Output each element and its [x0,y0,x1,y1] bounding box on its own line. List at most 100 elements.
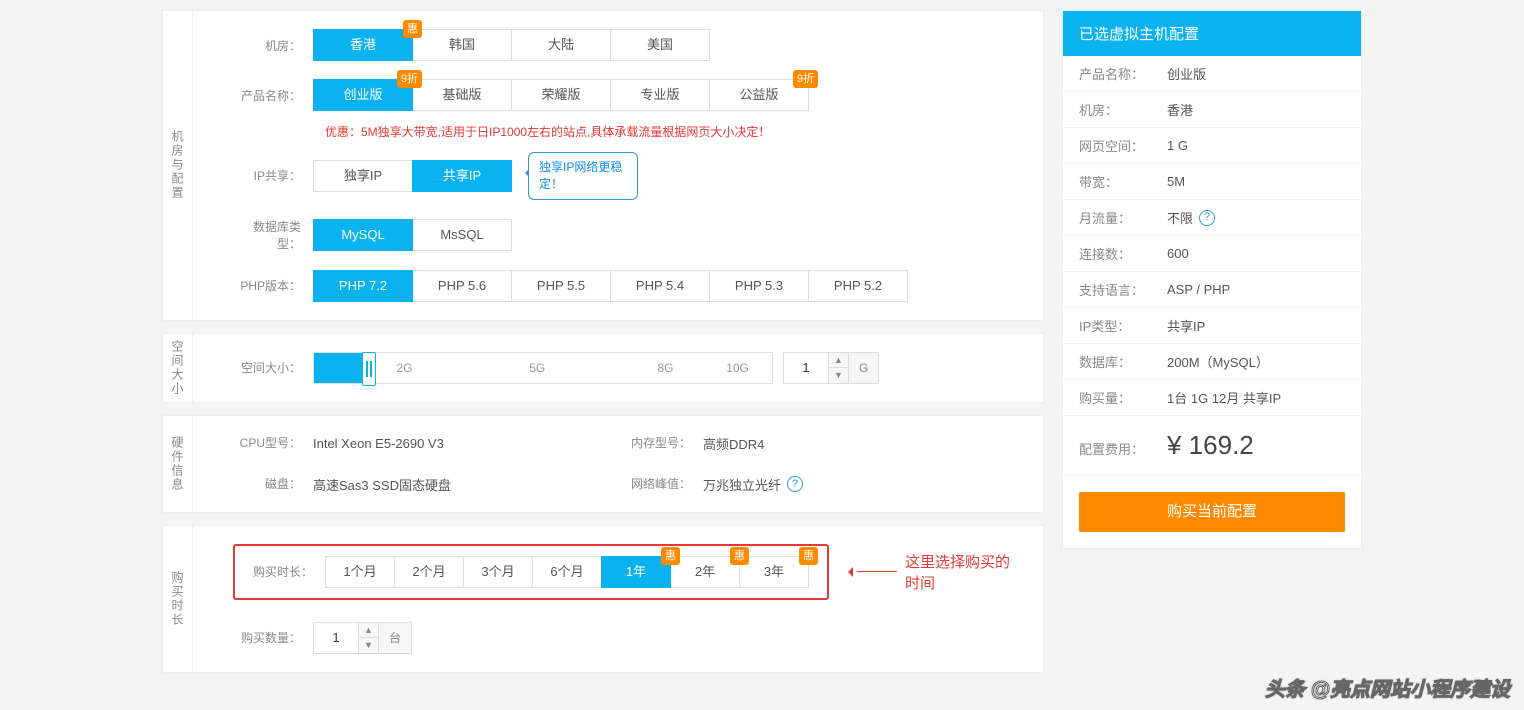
duration-badge-6: 惠 [799,547,818,565]
label-netpeak: 网络峰值： [623,475,703,494]
space-input[interactable] [784,353,828,383]
price-label: 配置费用： [1079,439,1167,458]
ip-opt-dedicated[interactable]: 独享IP [313,160,413,192]
duration-opt-5[interactable]: 2年惠 [670,556,740,588]
room-opt-us[interactable]: 美国 [610,29,710,61]
label-cpu: CPU型号： [233,434,313,453]
price-value: ¥ 169.2 [1167,430,1254,461]
summary-title: 已选虚拟主机配置 [1063,11,1361,56]
summary-value: 香港 [1167,100,1193,119]
annotation-arrow [843,567,897,577]
summary-panel: 已选虚拟主机配置 产品名称：创业版机房：香港网页空间：1 G带宽：5M月流量：不… [1062,10,1362,549]
annotation-text: 这里选择购买的时间 [905,551,1013,593]
ip-tip-bubble: 独享IP网络更稳定！ [528,152,638,200]
buy-button[interactable]: 购买当前配置 [1079,492,1345,532]
summary-key: 产品名称： [1079,64,1167,83]
summary-row: 数据库：200M（MySQL） [1063,344,1361,380]
hw-cpu: Intel Xeon E5-2690 V3 [313,434,444,453]
panel-duration: 购买时长 购买时长： 1个月 2个月 3个月 6个月 1年惠 2年惠 3年惠 [162,525,1044,673]
duration-opt-1[interactable]: 2个月 [394,556,464,588]
duration-badge-5: 惠 [730,547,749,565]
help-icon[interactable]: ? [787,476,803,492]
summary-key: 带宽： [1079,172,1167,191]
label-ipshare: IP共享： [233,167,313,184]
php-opt-4[interactable]: PHP 5.3 [709,270,809,302]
room-opt-hk[interactable]: 香港惠 [313,29,413,61]
summary-key: 购买量： [1079,388,1167,407]
product-opt-0[interactable]: 创业版9折 [313,79,413,111]
summary-value: 5M [1167,174,1185,189]
duration-opt-4[interactable]: 1年惠 [601,556,671,588]
promo-text: 优惠：5M独享大带宽,适用于日IP1000左右的站点,具体承载流量根据网页大小决… [325,123,1013,140]
qty-input[interactable] [314,623,358,653]
summary-key: 月流量： [1079,208,1167,227]
slider-thumb[interactable] [362,352,376,386]
duration-badge-4: 惠 [661,547,680,565]
help-icon[interactable]: ? [1199,210,1215,226]
panel-tab-room: 机房与配置 [163,11,193,320]
product-opt-4[interactable]: 公益版9折 [709,79,809,111]
product-opt-3[interactable]: 专业版 [610,79,710,111]
label-duration: 购买时长： [253,563,325,580]
panel-space: 空间大小 空间大小： 2G 5G 8G 10G [162,333,1044,403]
ip-options: 独享IP 共享IP [313,160,512,192]
ip-opt-shared[interactable]: 共享IP [412,160,512,192]
slider-tick-8g: 8G [658,353,674,383]
php-opt-2[interactable]: PHP 5.5 [511,270,611,302]
php-opt-5[interactable]: PHP 5.2 [808,270,908,302]
product-opt-1[interactable]: 基础版 [412,79,512,111]
space-slider[interactable]: 2G 5G 8G 10G [313,352,773,384]
php-opt-3[interactable]: PHP 5.4 [610,270,710,302]
label-mem: 内存型号： [623,434,703,453]
summary-row: 支持语言：ASP / PHP [1063,272,1361,308]
summary-row: 连接数：600 [1063,236,1361,272]
summary-key: 网页空间： [1079,136,1167,155]
space-dec[interactable]: ▼ [829,368,848,383]
product-opt-2[interactable]: 荣耀版 [511,79,611,111]
qty-input-wrapper: ▲ ▼ [313,622,379,654]
space-inc[interactable]: ▲ [829,353,848,369]
db-opt-mysql[interactable]: MySQL [313,219,413,251]
slider-tick-5g: 5G [529,353,545,383]
room-badge-discount: 惠 [403,20,422,38]
duration-opt-0[interactable]: 1个月 [325,556,395,588]
duration-opt-3[interactable]: 6个月 [532,556,602,588]
summary-row: 机房：香港 [1063,92,1361,128]
duration-opt-2[interactable]: 3个月 [463,556,533,588]
product-options: 创业版9折 基础版 荣耀版 专业版 公益版9折 [313,79,809,111]
summary-value: 200M（MySQL） [1167,352,1269,371]
room-opt-cn[interactable]: 大陆 [511,29,611,61]
db-options: MySQL MsSQL [313,219,512,251]
panel-room-config: 机房与配置 机房： 香港惠 韩国 大陆 美国 产品名称： 创业版9折 基础版 [162,10,1044,321]
duration-opt-6[interactable]: 3年惠 [739,556,809,588]
panel-hardware: 硬件信息 CPU型号： Intel Xeon E5-2690 V3 内存型号： … [162,415,1044,513]
label-qty: 购买数量： [233,629,313,646]
summary-row: IP类型：共享IP [1063,308,1361,344]
product-badge-0: 9折 [397,70,422,88]
summary-value: 600 [1167,246,1189,261]
slider-tick-2g: 2G [396,353,412,383]
php-opt-0[interactable]: PHP 7.2 [313,270,413,302]
summary-key: 数据库： [1079,352,1167,371]
room-opt-kr[interactable]: 韩国 [412,29,512,61]
label-room: 机房： [233,37,313,54]
label-product: 产品名称： [233,87,313,104]
summary-value: 不限? [1167,208,1215,227]
space-input-wrapper: ▲ ▼ [783,352,849,384]
space-unit: G [849,352,879,384]
summary-row: 带宽：5M [1063,164,1361,200]
summary-row: 网页空间：1 G [1063,128,1361,164]
panel-tab-hardware: 硬件信息 [163,416,193,512]
php-opt-1[interactable]: PHP 5.6 [412,270,512,302]
duration-highlight: 购买时长： 1个月 2个月 3个月 6个月 1年惠 2年惠 3年惠 [233,544,829,600]
summary-key: IP类型： [1079,316,1167,335]
qty-inc[interactable]: ▲ [359,623,378,639]
room-options: 香港惠 韩国 大陆 美国 [313,29,710,61]
label-dbtype: 数据库类型： [233,218,313,252]
qty-dec[interactable]: ▼ [359,638,378,653]
db-opt-mssql[interactable]: MsSQL [412,219,512,251]
summary-value: 创业版 [1167,64,1206,83]
slider-fill [314,353,369,383]
summary-row: 购买量：1台 1G 12月 共享IP [1063,380,1361,416]
label-phpver: PHP版本： [233,277,313,294]
